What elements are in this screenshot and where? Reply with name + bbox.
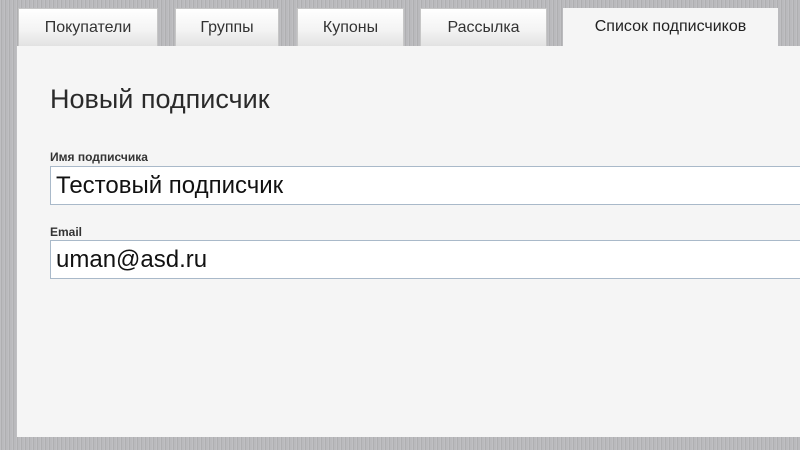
subscriber-name-field[interactable] (50, 166, 800, 205)
tab-subscriber-list[interactable]: Список подписчиков (563, 8, 778, 48)
tab-mailing[interactable]: Рассылка (420, 8, 547, 46)
tab-bar: Покупатели Группы Купоны Рассылка Список… (0, 0, 800, 48)
page-title: Новый подписчик (50, 84, 270, 114)
tab-coupons[interactable]: Купоны (297, 8, 404, 46)
content-panel: Новый подписчик Имя подписчика Email (17, 46, 800, 437)
subscriber-name-label: Имя подписчика (50, 150, 148, 164)
email-label: Email (50, 225, 83, 239)
tab-customers[interactable]: Покупатели (18, 8, 158, 46)
email-field[interactable] (50, 240, 800, 279)
tab-groups[interactable]: Группы (175, 8, 279, 46)
